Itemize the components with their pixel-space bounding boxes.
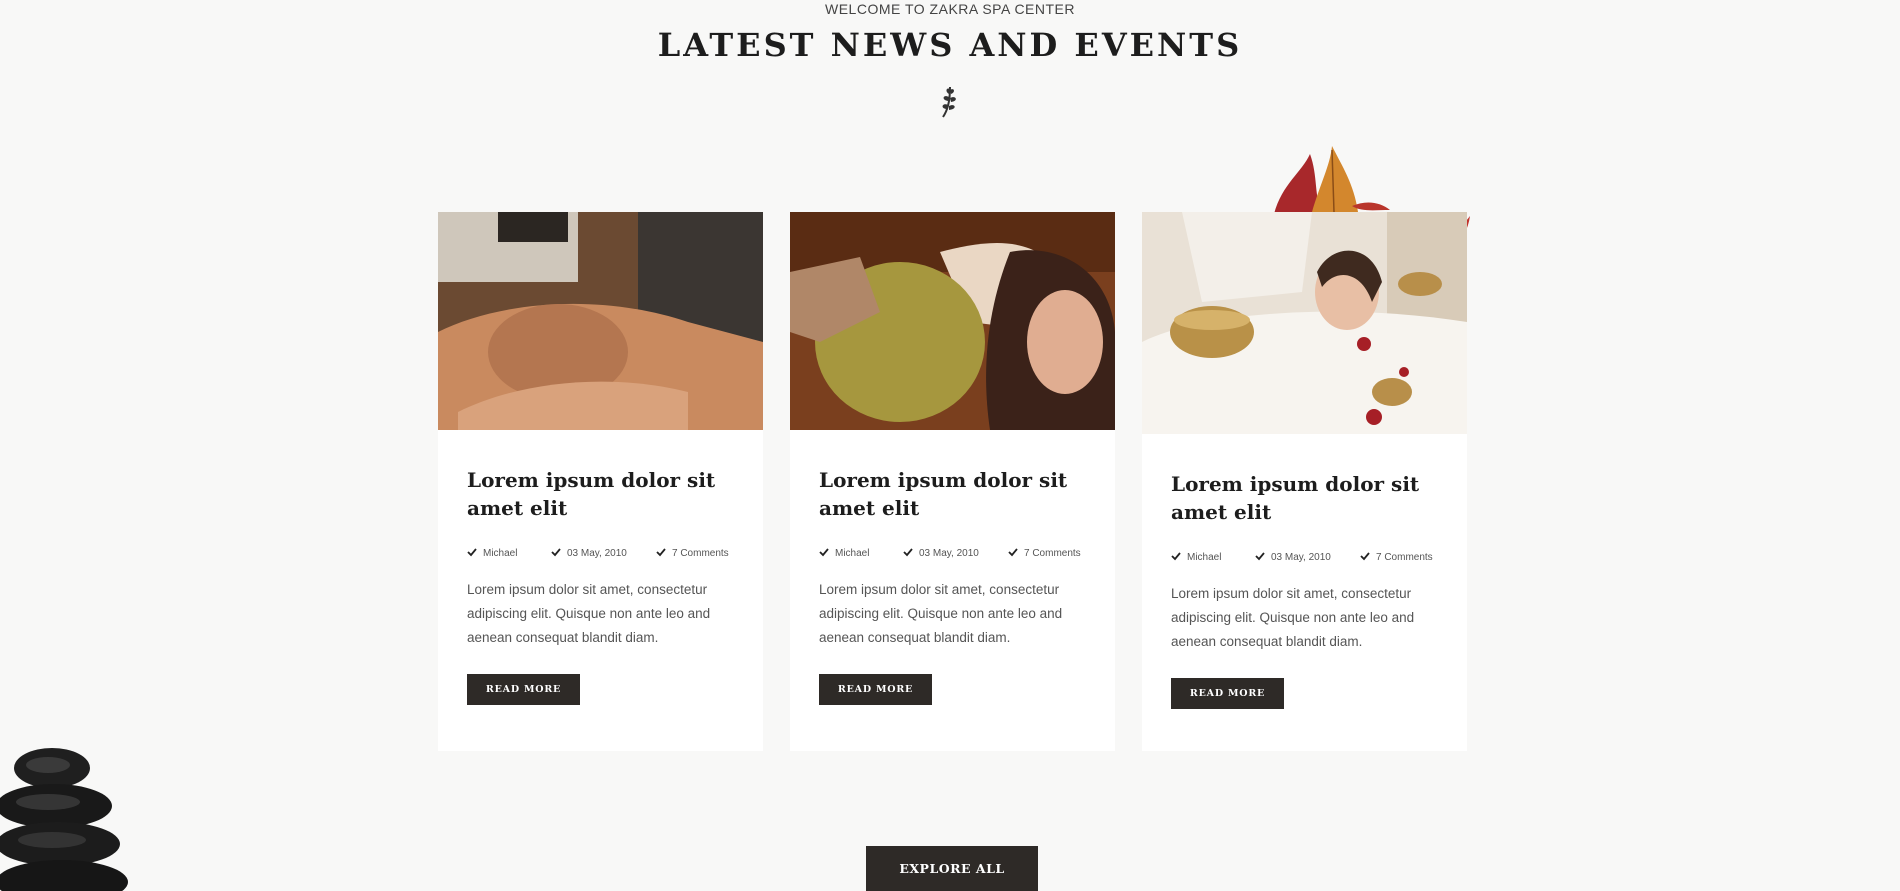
news-card: Lorem ipsum dolor sit amet elit Michael … xyxy=(1142,212,1467,751)
clay-body-mask-photo[interactable] xyxy=(790,212,1115,430)
facial-massage-photo[interactable] xyxy=(438,212,763,430)
singing-bowl-therapy-photo[interactable] xyxy=(1142,212,1467,434)
post-title[interactable]: Lorem ipsum dolor sit amet elit xyxy=(1171,470,1441,526)
leaf-sprig-icon xyxy=(942,86,956,118)
read-more-button[interactable]: READ MORE xyxy=(819,674,932,705)
post-comments-label: 7 Comments xyxy=(672,548,729,559)
section-eyebrow: WELCOME TO ZAKRA SPA CENTER xyxy=(825,1,1075,17)
post-author[interactable]: Michael xyxy=(467,546,517,562)
post-excerpt: Lorem ipsum dolor sit amet, consectetur … xyxy=(467,582,711,645)
post-comments[interactable]: 7 Comments xyxy=(656,546,729,562)
check-icon xyxy=(1255,552,1265,561)
post-date-label: 03 May, 2010 xyxy=(919,548,979,559)
check-icon xyxy=(1360,552,1370,561)
post-meta: Michael 03 May, 2010 7 Comments xyxy=(1171,550,1461,566)
post-date-label: 03 May, 2010 xyxy=(1271,552,1331,563)
check-icon xyxy=(1008,548,1018,557)
post-author-label: Michael xyxy=(1187,552,1222,563)
check-icon xyxy=(467,548,477,557)
post-title[interactable]: Lorem ipsum dolor sit amet elit xyxy=(467,466,737,522)
post-date[interactable]: 03 May, 2010 xyxy=(1255,550,1331,566)
post-author-label: Michael xyxy=(835,548,870,559)
post-excerpt: Lorem ipsum dolor sit amet, consectetur … xyxy=(819,582,1063,645)
post-author[interactable]: Michael xyxy=(819,546,869,562)
read-more-button[interactable]: READ MORE xyxy=(1171,678,1284,709)
spa-stones-decoration xyxy=(0,748,128,891)
post-title[interactable]: Lorem ipsum dolor sit amet elit xyxy=(819,466,1089,522)
post-date[interactable]: 03 May, 2010 xyxy=(903,546,979,562)
read-more-button[interactable]: READ MORE xyxy=(467,674,580,705)
news-card: Lorem ipsum dolor sit amet elit Michael … xyxy=(790,212,1115,751)
post-meta: Michael 03 May, 2010 7 Comments xyxy=(819,546,1109,562)
post-comments[interactable]: 7 Comments xyxy=(1008,546,1081,562)
post-author[interactable]: Michael xyxy=(1171,550,1221,566)
check-icon xyxy=(1171,552,1181,561)
check-icon xyxy=(551,548,561,557)
post-date-label: 03 May, 2010 xyxy=(567,548,627,559)
check-icon xyxy=(903,548,913,557)
post-comments-label: 7 Comments xyxy=(1376,552,1433,563)
check-icon xyxy=(656,548,666,557)
post-excerpt: Lorem ipsum dolor sit amet, consectetur … xyxy=(1171,586,1415,649)
section-title: LATEST NEWS AND EVENTS xyxy=(657,26,1243,64)
post-comments-label: 7 Comments xyxy=(1024,548,1081,559)
post-author-label: Michael xyxy=(483,548,518,559)
news-card: Lorem ipsum dolor sit amet elit Michael … xyxy=(438,212,763,751)
post-meta: Michael 03 May, 2010 7 Comments xyxy=(467,546,757,562)
explore-all-button[interactable]: EXPLORE ALL xyxy=(866,846,1038,891)
check-icon xyxy=(819,548,829,557)
post-date[interactable]: 03 May, 2010 xyxy=(551,546,627,562)
post-comments[interactable]: 7 Comments xyxy=(1360,550,1433,566)
